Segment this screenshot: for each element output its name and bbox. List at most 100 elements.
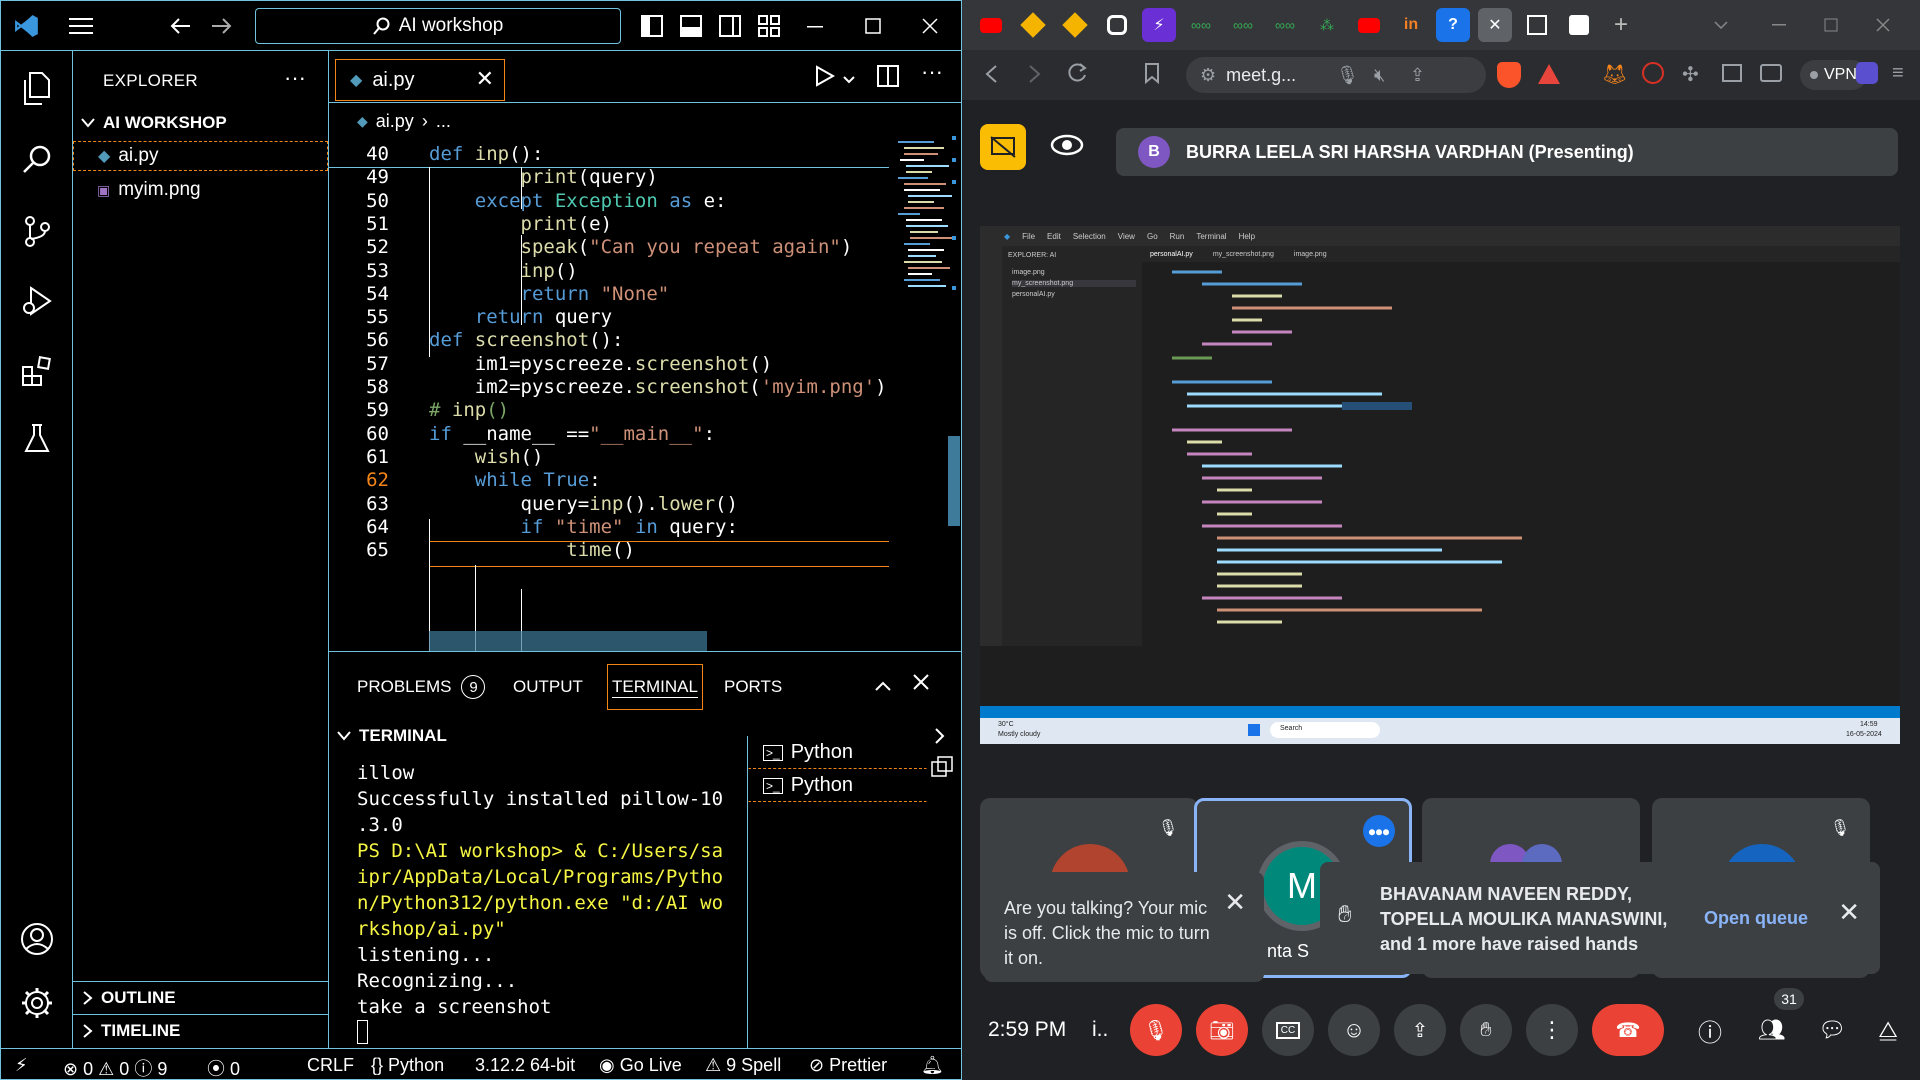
more-options-button[interactable]: ⋮ <box>1526 1004 1578 1056</box>
site-tab-icon[interactable] <box>1058 8 1092 42</box>
tab-problems[interactable]: PROBLEMS 9 <box>357 664 486 710</box>
youtube-tab-icon[interactable] <box>1352 8 1386 42</box>
leo-ai-icon[interactable] <box>1856 62 1878 84</box>
back-icon[interactable] <box>167 12 195 40</box>
testing-icon[interactable] <box>15 417 59 461</box>
raise-hand-button[interactable]: ✋︎ <box>1460 1004 1512 1056</box>
toggle-secondary-sidebar-icon[interactable] <box>716 12 744 40</box>
microphone-toggle[interactable]: 🎙︎ <box>1130 1004 1182 1056</box>
minimize-icon[interactable] <box>1762 8 1796 42</box>
present-button[interactable]: ⇪ <box>1394 1004 1446 1056</box>
share-icon[interactable]: ⇪ <box>1410 65 1425 86</box>
browser-menu-icon[interactable]: ≡ <box>1892 62 1904 85</box>
command-center-search[interactable]: AI workshop <box>255 8 621 44</box>
site-tab-icon[interactable]: ? <box>1436 8 1470 42</box>
close-panel-icon[interactable] <box>913 674 929 695</box>
notifications-bell-icon[interactable]: 🔔︎ <box>921 1055 944 1076</box>
maximize-icon[interactable] <box>859 12 887 40</box>
code-editor[interactable]: 40 def inp(): 49 print(query) 50 except Exc… <box>329 139 889 651</box>
toggle-panel-icon[interactable] <box>677 12 705 40</box>
site-tab-icon[interactable]: in <box>1394 8 1428 42</box>
close-tab-icon[interactable]: ✕ <box>1478 8 1512 42</box>
site-tab-icon[interactable]: ⁂ <box>1310 8 1344 42</box>
problems-status[interactable]: ⊗ 0 ⚠ 0 ⓘ 9 <box>63 1055 167 1079</box>
leave-call-button[interactable]: ☎︎ <box>1592 1004 1664 1056</box>
tab-output[interactable]: OUTPUT <box>513 664 583 710</box>
search-icon[interactable] <box>15 137 59 181</box>
customize-layout-icon[interactable] <box>755 12 783 40</box>
tab-ports[interactable]: PORTS <box>724 664 782 710</box>
people-icon[interactable]: 👥︎ <box>1752 1010 1792 1050</box>
microphone-icon[interactable]: 🎙︎ <box>1336 65 1359 86</box>
reactions-button[interactable]: ☺ <box>1328 1004 1380 1056</box>
brave-shields-icon[interactable] <box>1497 62 1521 88</box>
file-ai-py[interactable]: ◆ ai.py <box>73 141 328 171</box>
prettier-status[interactable]: ⊘ Prettier <box>809 1055 887 1076</box>
forward-icon[interactable] <box>207 12 235 40</box>
explorer-icon[interactable] <box>15 67 59 111</box>
back-icon[interactable] <box>984 64 998 89</box>
muted-tab-icon[interactable]: 🔇︎ <box>1374 65 1385 86</box>
bookmark-icon[interactable] <box>1144 62 1160 89</box>
maximize-icon[interactable] <box>1814 8 1848 42</box>
split-editor-icon[interactable] <box>877 65 899 92</box>
url-field[interactable]: ⚙︎ meet.g... 🎙︎ 🔇︎ ⇪ <box>1186 57 1486 93</box>
extension-icon[interactable] <box>1642 62 1664 84</box>
terminal-section-header[interactable]: TERMINAL <box>337 726 447 746</box>
camera-toggle[interactable]: 📷︎ <box>1196 1004 1248 1056</box>
brave-rewards-icon[interactable] <box>1538 64 1560 84</box>
breadcrumb-symbol[interactable]: ... <box>436 111 451 132</box>
ports-status[interactable]: ⦿ 0 <box>207 1055 240 1079</box>
extensions-icon[interactable] <box>15 349 59 393</box>
chevron-right-icon[interactable] <box>935 728 945 749</box>
source-control-icon[interactable] <box>15 209 59 253</box>
run-debug-icon[interactable] <box>15 279 59 323</box>
settings-gear-icon[interactable] <box>15 981 59 1025</box>
reload-icon[interactable] <box>1066 62 1088 89</box>
tab-search-icon[interactable] <box>1704 8 1738 42</box>
wallet-icon[interactable] <box>1760 64 1782 82</box>
extensions-puzzle-icon[interactable]: ✣ <box>1682 62 1699 87</box>
run-file-icon[interactable] <box>815 65 836 92</box>
more-actions-icon[interactable]: ··· <box>921 59 943 85</box>
chat-icon[interactable]: 💬︎ <box>1812 1010 1852 1050</box>
spell-status[interactable]: ⚠ 9 Spell <box>705 1055 781 1076</box>
close-toast-icon[interactable]: ✕ <box>1838 899 1860 925</box>
site-tab-icon[interactable]: ∞∞ <box>1268 8 1302 42</box>
close-tab-icon[interactable]: ✕ <box>476 66 494 92</box>
view-icon[interactable] <box>1050 128 1084 167</box>
open-queue-link[interactable]: Open queue <box>1704 906 1808 931</box>
outline-section[interactable]: OUTLINE <box>73 981 328 1013</box>
accounts-icon[interactable] <box>15 917 59 961</box>
new-tab-icon[interactable]: + <box>1604 8 1638 42</box>
youtube-tab-icon[interactable] <box>974 8 1008 42</box>
tab-terminal[interactable]: TERMINAL <box>607 664 703 710</box>
breadcrumb-file[interactable]: ai.py <box>376 111 414 132</box>
meeting-details-icon[interactable]: ⓘ <box>1690 1010 1730 1050</box>
chevron-down-icon[interactable] <box>843 71 855 89</box>
activities-icon[interactable]: ⧋ <box>1868 1010 1908 1050</box>
workspace-root[interactable]: AI WORKSHOP <box>81 113 227 133</box>
terminal-output[interactable]: illow Successfully installed pillow-10 .3.… <box>357 760 737 1020</box>
split-terminal-icon[interactable] <box>931 756 953 783</box>
site-tab-icon[interactable]: ∞∞ <box>1226 8 1260 42</box>
minimap[interactable] <box>894 136 961 651</box>
terminal-item[interactable]: >_ Python <box>748 736 927 769</box>
eol-status[interactable]: CRLF <box>307 1055 354 1076</box>
minimize-icon[interactable] <box>801 12 829 40</box>
stop-presenting-icon[interactable] <box>980 124 1026 170</box>
site-tab-icon[interactable]: ⚡ <box>1142 8 1176 42</box>
close-toast-icon[interactable]: ✕ <box>1224 889 1246 915</box>
go-live-button[interactable]: ◉ Go Live <box>599 1055 682 1076</box>
timeline-section[interactable]: TIMELINE <box>73 1014 328 1046</box>
language-status[interactable]: {} Python <box>371 1055 444 1076</box>
site-tab-icon[interactable] <box>1016 8 1050 42</box>
close-icon[interactable] <box>916 12 944 40</box>
site-tab-icon[interactable] <box>1520 8 1554 42</box>
close-icon[interactable] <box>1866 8 1900 42</box>
sidebar-toggle-icon[interactable] <box>1722 64 1742 82</box>
tab-ai-py[interactable]: ◆ ai.py ✕ <box>335 59 505 101</box>
metamask-icon[interactable]: 🦊︎ <box>1602 62 1627 87</box>
interpreter-status[interactable]: 3.12.2 64-bit <box>475 1055 575 1076</box>
more-actions-icon[interactable]: ··· <box>284 65 306 91</box>
